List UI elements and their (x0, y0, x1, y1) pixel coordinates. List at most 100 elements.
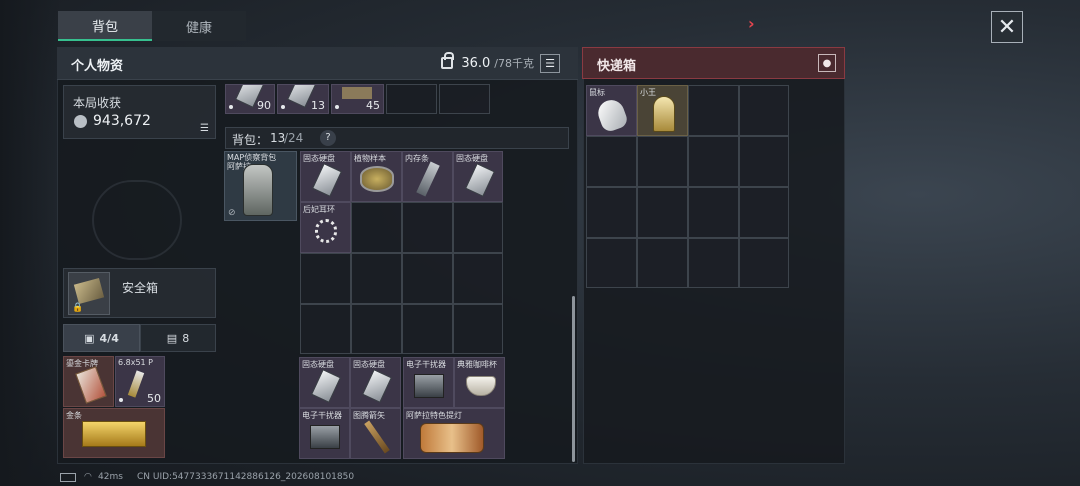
grid-slot[interactable] (453, 253, 503, 304)
grid-slot[interactable] (586, 187, 637, 238)
grid-slot[interactable] (351, 253, 402, 304)
backpack-item-ssd-2[interactable]: 固态硬盘 (453, 151, 503, 202)
grid-slot[interactable] (739, 187, 789, 238)
earring-image (315, 219, 337, 243)
grid-slot[interactable] (402, 253, 453, 304)
item-name: 固态硬盘 (303, 154, 335, 163)
scrollbar[interactable] (572, 296, 575, 462)
safe-item-gold-bar[interactable]: 金条 (63, 408, 165, 458)
grid-slot[interactable] (453, 304, 503, 354)
item-count: 50 (147, 392, 161, 405)
uid-text: CN UID:5477333671142886126_202608101850 (137, 472, 355, 482)
safe-tab-case[interactable]: ▣ 4/4 (63, 324, 140, 352)
top-item-3[interactable]: 45 (331, 84, 384, 114)
item-name: 阿萨拉特色提灯 (406, 411, 462, 420)
backpack-item-earring[interactable]: 后妃耳环 (300, 202, 351, 253)
grid-slot[interactable] (637, 187, 688, 238)
key-case-icon: ▤ (166, 331, 178, 345)
ssd-image (362, 369, 392, 403)
grid-slot[interactable] (453, 202, 503, 253)
pouch-item-jammer[interactable]: 电子干扰器 (403, 357, 454, 408)
backpack-header: 背包： 13 /24 ? (225, 127, 569, 149)
pouch-item-totem-arrow[interactable]: 图腾箭矢 (350, 408, 401, 459)
item-name: 电子干扰器 (302, 411, 342, 420)
earnings-card[interactable]: 本局收获 943,672 ☰ (63, 85, 216, 139)
grid-slot[interactable] (300, 253, 351, 304)
item-name: 图腾箭矢 (353, 411, 385, 420)
pouch-item-jammer-2[interactable]: 电子干扰器 (299, 408, 350, 459)
grid-slot[interactable] (739, 238, 789, 288)
ssd-image (311, 369, 341, 403)
coffee-cup-image (466, 376, 496, 396)
item-name: 固态硬盘 (302, 360, 334, 369)
grid-slot[interactable] (402, 304, 453, 354)
empty-slot[interactable] (386, 84, 437, 114)
details-icon[interactable]: ☰ (200, 123, 209, 134)
safe-item-ammo[interactable]: 6.8x51 P 50 (115, 356, 165, 407)
ammo-image (127, 370, 145, 398)
backpack-item-ssd[interactable]: 固态硬盘 (300, 151, 351, 202)
equipped-backpack[interactable]: MAP侦察背包 阿萨拉 ⊘ (224, 151, 297, 221)
item-name: 内存条 (405, 154, 429, 163)
safe-tab-keys[interactable]: ▤ 8 (140, 324, 216, 352)
safe-box-slot: 🔒 (68, 272, 110, 315)
battery-icon (60, 473, 76, 482)
grid-slot[interactable] (586, 238, 637, 288)
close-button[interactable]: ✕ (991, 11, 1023, 43)
background-shade (0, 0, 60, 486)
item-name: 鼠标 (589, 88, 605, 97)
delivery-item-king[interactable]: 小王 (637, 85, 688, 136)
backpack-capacity: /24 (284, 131, 304, 145)
grid-slot[interactable] (637, 136, 688, 187)
item-count: 45 (366, 99, 380, 112)
earnings-value: 943,672 (93, 113, 151, 129)
grid-slot[interactable] (300, 304, 351, 354)
item-name: 小王 (640, 88, 656, 97)
empty-slot[interactable] (439, 84, 490, 114)
grid-slot[interactable] (351, 202, 402, 253)
safe-box-card[interactable]: 🔒 安全箱 (63, 268, 216, 318)
backpack-item-plant-sample[interactable]: 植物样本 (351, 151, 402, 202)
tab-health[interactable]: 健康 (152, 11, 246, 41)
pouch-item-ssd-2[interactable]: 固态硬盘 (350, 357, 401, 408)
grid-slot[interactable] (402, 202, 453, 253)
pouch-item-ssd[interactable]: 固态硬盘 (299, 357, 350, 408)
ping-value: 42ms (98, 472, 123, 482)
safe-item-gilded-card[interactable]: 鎏金卡牌 (63, 356, 114, 407)
jammer-image (310, 425, 340, 449)
grid-slot[interactable] (688, 238, 739, 288)
status-bar: ◠ 42ms CN UID:5477333671142886126_202608… (0, 470, 1080, 486)
tab-backpack[interactable]: 背包 (58, 11, 152, 41)
grid-slot[interactable] (688, 85, 739, 136)
pouch-item-lantern[interactable]: 阿萨拉特色提灯 (403, 408, 505, 459)
delivery-item-mouse[interactable]: 鼠标 (586, 85, 637, 136)
weight-icon (441, 52, 455, 69)
safe-tab-case-label: 4/4 (99, 331, 119, 345)
jammer-image (414, 374, 444, 398)
item-count: 90 (257, 99, 271, 112)
grid-slot[interactable] (688, 136, 739, 187)
top-item-1[interactable]: 90 (225, 84, 275, 114)
quality-dot (119, 398, 123, 402)
grid-slot[interactable] (739, 136, 789, 187)
safe-box-image (73, 277, 105, 305)
help-icon[interactable]: ? (320, 130, 336, 146)
item-name: 金条 (66, 411, 82, 420)
quality-dot (229, 105, 233, 109)
safe-box-label: 安全箱 (122, 281, 159, 295)
location-button[interactable]: ● (818, 54, 836, 72)
sort-list-button[interactable]: ☰ (540, 54, 560, 73)
grid-slot[interactable] (351, 304, 402, 354)
backpack-grid: 固态硬盘 植物样本 内存条 固态硬盘 后妃耳环 (300, 151, 503, 354)
backpack-item-ram[interactable]: 内存条 (402, 151, 453, 202)
ssd-image (465, 163, 495, 197)
grid-slot[interactable] (688, 187, 739, 238)
top-item-2[interactable]: 13 (277, 84, 329, 114)
grid-slot[interactable] (739, 85, 789, 136)
pouch-item-coffee-cup[interactable]: 典雅咖啡杯 (454, 357, 505, 408)
quality-dot (335, 105, 339, 109)
personal-items-header: 个人物资 36.0 /78千克 ☰ (57, 47, 578, 80)
chevron-right-icon[interactable]: › (748, 14, 755, 33)
grid-slot[interactable] (637, 238, 688, 288)
grid-slot[interactable] (586, 136, 637, 187)
